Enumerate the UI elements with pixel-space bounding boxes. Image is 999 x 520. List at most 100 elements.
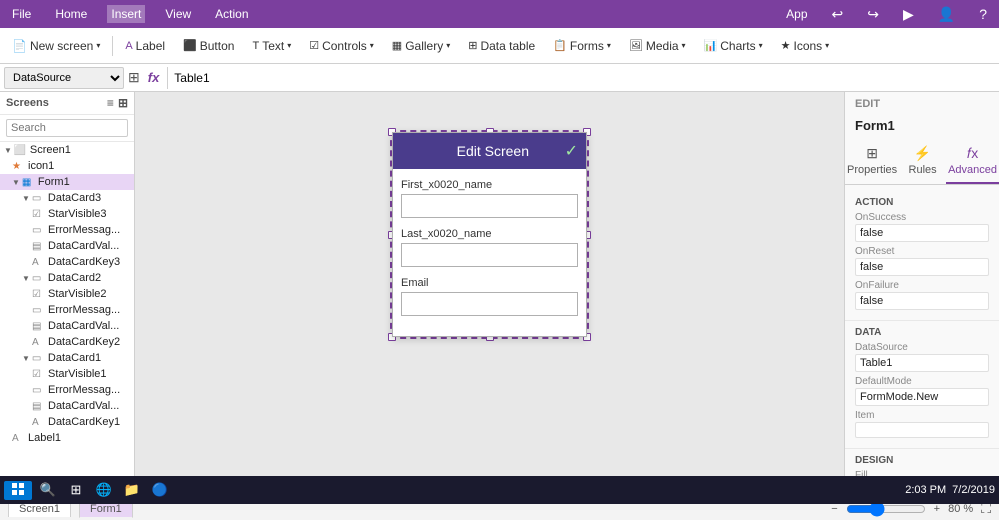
formula-input[interactable] xyxy=(167,67,995,89)
forms-button[interactable]: 📋 Forms ▾ xyxy=(545,35,619,57)
sidebar-item-datacard3[interactable]: ▼ ▭ DataCard3 xyxy=(0,190,134,206)
form-field-lastname-input[interactable] xyxy=(401,243,578,267)
menu-file[interactable]: File xyxy=(8,5,35,23)
icons-button[interactable]: ★ Icons ▾ xyxy=(773,35,838,57)
zoom-in-icon[interactable]: + xyxy=(934,503,940,515)
new-screen-button[interactable]: 📄 New screen ▾ xyxy=(4,35,108,57)
sidebar-item-datacardkey2[interactable]: A DataCardKey2 xyxy=(0,334,134,350)
canvas-area[interactable]: Edit Screen ✓ First_x0020_name Last_x002… xyxy=(135,92,844,496)
play-icon[interactable]: ▶ xyxy=(899,4,918,25)
taskbar-time: 2:03 PM xyxy=(905,484,946,496)
chevron-form1: ▼ xyxy=(12,178,20,187)
user-icon[interactable]: 👤 xyxy=(934,4,959,25)
datacard2-icon: ▭ xyxy=(32,273,46,284)
charts-button[interactable]: 📊 Charts ▾ xyxy=(696,35,771,57)
form-header: Edit Screen ✓ xyxy=(393,133,586,169)
text-button[interactable]: T Text ▾ xyxy=(244,35,299,57)
datacard3-icon: ▭ xyxy=(32,193,46,204)
sidebar-label-starvisible2: StarVisible2 xyxy=(48,288,107,300)
sidebar-item-starvisible3[interactable]: ☑ StarVisible3 xyxy=(0,206,134,222)
start-button[interactable] xyxy=(4,481,32,500)
onsuccess-value[interactable]: false xyxy=(855,224,989,242)
input-icon-3: ▤ xyxy=(32,241,46,252)
sidebar-item-starvisible1[interactable]: ☑ StarVisible1 xyxy=(0,366,134,382)
explorer-taskbar[interactable]: 📁 xyxy=(120,478,144,502)
expand-formula-icon[interactable]: ⊞ xyxy=(128,69,140,86)
sidebar-label-datacardkey3: DataCardKey3 xyxy=(48,256,120,268)
taskview-taskbar[interactable]: ⊞ xyxy=(64,478,88,502)
explorer-icon: 📁 xyxy=(124,482,140,498)
form-frame: Edit Screen ✓ First_x0020_name Last_x002… xyxy=(392,132,587,337)
sidebar-item-datacardkey3[interactable]: A DataCardKey3 xyxy=(0,254,134,270)
sidebar-item-errormsg1[interactable]: ▭ ErrorMessag... xyxy=(0,382,134,398)
tab-properties[interactable]: ⊞ Properties xyxy=(845,139,899,184)
sidebar-add-icon[interactable]: ⊞ xyxy=(118,96,128,110)
menu-insert[interactable]: Insert xyxy=(107,5,145,23)
chrome-taskbar[interactable]: 🔵 xyxy=(148,478,172,502)
sidebar-item-form1[interactable]: ▼ ▦ Form1 xyxy=(0,174,134,190)
label1-icon: A xyxy=(12,433,26,444)
form-field-email-input[interactable] xyxy=(401,292,578,316)
form-checkmark-icon[interactable]: ✓ xyxy=(565,141,578,161)
media-button[interactable]: 🖼 Media ▾ xyxy=(621,35,694,57)
help-icon[interactable]: ? xyxy=(975,4,991,24)
sidebar-item-starvisible2[interactable]: ☑ StarVisible2 xyxy=(0,286,134,302)
sidebar-label-form1: Form1 xyxy=(38,176,70,188)
item-value[interactable] xyxy=(855,422,989,438)
sidebar-search xyxy=(0,115,134,142)
label-button[interactable]: A Label xyxy=(117,35,173,57)
zoom-out-icon[interactable]: − xyxy=(831,503,837,515)
taskview-icon: ⊞ xyxy=(71,482,82,498)
tab-rules[interactable]: ⚡ Rules xyxy=(899,139,946,184)
redo-icon[interactable]: ↪ xyxy=(863,4,883,25)
sidebar-item-datacardval2[interactable]: ▤ DataCardVal... xyxy=(0,318,134,334)
sidebar-item-errormsg3[interactable]: ▭ ErrorMessag... xyxy=(0,222,134,238)
charts-icon: 📊 xyxy=(704,39,718,52)
sidebar-item-datacardval3[interactable]: ▤ DataCardVal... xyxy=(0,238,134,254)
search-taskbar[interactable]: 🔍 xyxy=(36,478,60,502)
menu-action[interactable]: Action xyxy=(211,5,252,23)
property-dropdown[interactable]: DataSource xyxy=(4,67,124,89)
onreset-value[interactable]: false xyxy=(855,258,989,276)
forms-chevron: ▾ xyxy=(607,41,611,50)
sidebar-label-datacard3: DataCard3 xyxy=(48,192,101,204)
properties-icon: ⊞ xyxy=(866,145,878,162)
fx-label: fx xyxy=(144,70,164,85)
controls-button[interactable]: ☑ Controls ▾ xyxy=(301,35,382,57)
sidebar-item-datacardval1[interactable]: ▤ DataCardVal... xyxy=(0,398,134,414)
menu-view[interactable]: View xyxy=(161,5,195,23)
sidebar-item-datacard2[interactable]: ▼ ▭ DataCard2 xyxy=(0,270,134,286)
onfailure-value[interactable]: false xyxy=(855,292,989,310)
screen-icon: ⬜ xyxy=(14,145,28,156)
edge-taskbar[interactable]: 🌐 xyxy=(92,478,116,502)
sidebar-item-datacardkey1[interactable]: A DataCardKey1 xyxy=(0,414,134,430)
text-chevron: ▾ xyxy=(287,41,291,50)
sidebar-item-icon1[interactable]: ★ icon1 xyxy=(0,158,134,174)
sidebar-item-screen1[interactable]: ▼ ⬜ Screen1 xyxy=(0,142,134,158)
data-table-button[interactable]: ⊞ Data table xyxy=(460,35,543,57)
zoom-level: 80 % xyxy=(948,503,973,515)
datasource-value[interactable]: Table1 xyxy=(855,354,989,372)
label-icon-1e: ▭ xyxy=(32,385,46,396)
button-button[interactable]: ⬛ Button xyxy=(175,35,242,57)
new-screen-chevron: ▾ xyxy=(96,41,100,50)
sidebar-list-icon[interactable]: ≡ xyxy=(107,96,114,110)
form-container: Edit Screen ✓ First_x0020_name Last_x002… xyxy=(392,132,587,337)
search-input[interactable] xyxy=(6,119,128,137)
item-label: Item xyxy=(855,410,989,421)
form-field-firstname-input[interactable] xyxy=(401,194,578,218)
rules-icon: ⚡ xyxy=(914,145,931,162)
charts-chevron: ▾ xyxy=(759,41,763,50)
menu-home[interactable]: Home xyxy=(51,5,91,23)
sidebar-item-errormsg2[interactable]: ▭ ErrorMessag... xyxy=(0,302,134,318)
gallery-button[interactable]: ▦ Gallery ▾ xyxy=(384,35,458,57)
sidebar-label-errormsg1: ErrorMessag... xyxy=(48,384,120,396)
sidebar-item-label1[interactable]: A Label1 xyxy=(0,430,134,446)
undo-icon[interactable]: ↩ xyxy=(828,4,848,25)
panel-section-action-title: ACTION xyxy=(855,197,989,208)
panel-prop-datasource: DataSource Table1 xyxy=(855,342,989,372)
datacard1-icon: ▭ xyxy=(32,353,46,364)
defaultmode-value[interactable]: FormMode.New xyxy=(855,388,989,406)
sidebar-item-datacard1[interactable]: ▼ ▭ DataCard1 xyxy=(0,350,134,366)
tab-advanced[interactable]: 𝑓x Advanced xyxy=(946,139,999,184)
